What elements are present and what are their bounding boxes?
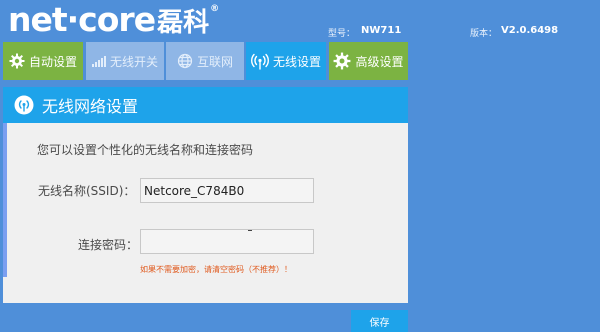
ssid-input[interactable] [140, 178, 314, 203]
version-value: V2.0.6498 [501, 25, 559, 36]
nav-auto-setup[interactable]: 自动设置 [3, 42, 83, 80]
logo-text: net·core [8, 0, 156, 39]
nav-internet[interactable]: 互联网 [166, 42, 244, 80]
nav-internet-label: 互联网 [196, 54, 233, 69]
text-cursor [248, 230, 252, 231]
nav-wireless-switch-label: 无线开关 [109, 54, 158, 69]
version-label: 版本： [470, 29, 498, 39]
nav-wireless-switch[interactable]: 无线开关 [86, 42, 164, 80]
wifi-antenna-icon [14, 95, 34, 115]
nav-advanced-settings-label: 高级设置 [355, 54, 404, 69]
logo-cn: 磊科 [157, 8, 210, 38]
panel-title: 无线网络设置 [42, 97, 139, 116]
nav-wireless-settings-label: 无线设置 [272, 54, 321, 69]
save-button[interactable]: 保存 [351, 310, 408, 332]
main-nav: 自动设置 无线开关 互联网 无线设置 高级设置 [0, 42, 410, 80]
intro-text: 您可以设置个性化的无线名称和连接密码 [37, 143, 254, 157]
wifi-antenna-icon [250, 52, 269, 70]
wireless-settings-form: 您可以设置个性化的无线名称和连接密码 无线名称(SSID)： 连接密码： 如果不… [3, 123, 408, 303]
password-hint: 如果不需要加密，请清空密码（不推荐）！ [140, 265, 292, 274]
model-value: NW711 [361, 25, 402, 36]
panel-header: 无线网络设置 [3, 87, 408, 123]
password-label: 连接密码： [78, 238, 139, 252]
nav-advanced-settings[interactable]: 高级设置 [329, 42, 408, 80]
nav-wireless-settings[interactable]: 无线设置 [246, 42, 326, 80]
gear-icon [9, 53, 25, 69]
globe-icon [177, 53, 193, 69]
signal-bars-icon [91, 55, 106, 67]
nav-auto-setup-label: 自动设置 [28, 54, 77, 69]
model-label: 型号： [328, 29, 356, 39]
gear-icon [333, 52, 351, 70]
password-input[interactable] [140, 229, 314, 254]
panel-accent-bar [3, 123, 7, 277]
logo-registered-mark: ® [210, 4, 219, 14]
ssid-label: 无线名称(SSID)： [38, 184, 136, 198]
netcore-logo: net·core磊科® [8, 0, 219, 39]
